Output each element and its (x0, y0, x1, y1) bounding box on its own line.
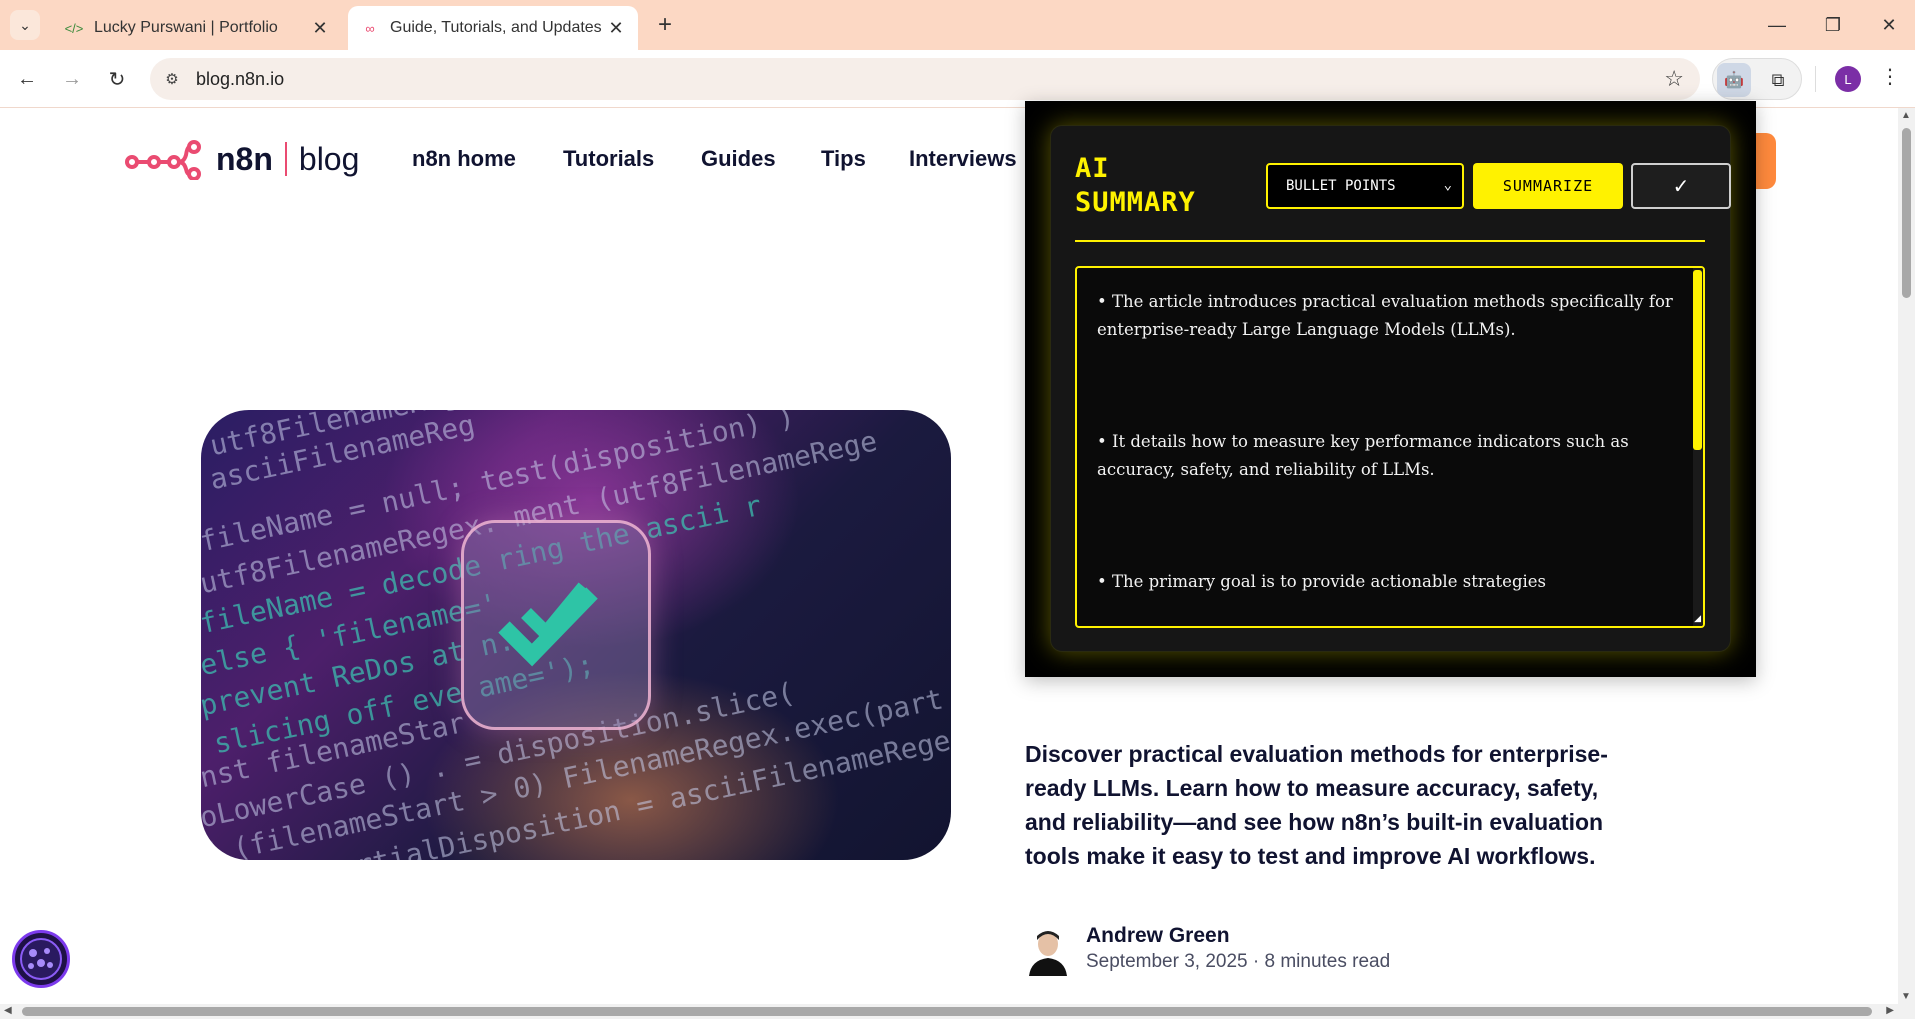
close-window-button[interactable]: ✕ (1874, 10, 1904, 40)
summary-bullet: • The article introduces practical evalu… (1097, 292, 1673, 339)
summarize-button[interactable]: SUMMARIZE (1473, 163, 1623, 209)
summary-mode-select[interactable]: BULLET POINTS ⌄ (1266, 163, 1464, 209)
author-name[interactable]: Andrew Green (1086, 924, 1230, 948)
confirm-button[interactable]: ✓ (1631, 163, 1731, 209)
restore-button[interactable]: ❐ (1818, 10, 1848, 40)
article-meta: September 3, 2025 · 8 minutes read (1086, 951, 1391, 972)
tab-search-button[interactable]: ⌄ (10, 10, 40, 40)
summary-mode-value: BULLET POINTS (1286, 178, 1396, 194)
scroll-up-icon[interactable]: ▲ (1901, 110, 1911, 121)
double-check-icon (498, 582, 598, 667)
chevron-down-icon: ⌄ (19, 16, 31, 33)
divider (1075, 240, 1705, 242)
ai-summary-popup: AI SUMMARY BULLET POINTS ⌄ SUMMARIZE ✓ •… (1025, 101, 1756, 677)
back-button[interactable]: ← (10, 62, 44, 96)
address-bar[interactable]: ⚙ blog.n8n.io ☆ (150, 58, 1700, 100)
n8n-icon: ∞ (365, 20, 375, 36)
new-tab-button[interactable]: + (650, 10, 680, 40)
logo-divider (284, 142, 287, 176)
toolbar-divider (1815, 66, 1816, 92)
scrollbar-corner (1898, 1004, 1915, 1019)
close-icon[interactable]: ✕ (606, 18, 626, 39)
tab-title: Guide, Tutorials, and Updates o (390, 19, 606, 36)
summary-bullet: • It details how to measure key performa… (1097, 432, 1629, 479)
nav-tips[interactable]: Tips (821, 146, 866, 172)
summary-bullet: • The primary goal is to provide actiona… (1097, 572, 1547, 591)
minimize-icon: — (1768, 14, 1786, 35)
nav-n8n-home[interactable]: n8n home (412, 146, 516, 172)
close-icon[interactable]: ✕ (310, 18, 330, 39)
summary-scrollbar[interactable] (1693, 268, 1703, 626)
horizontal-scrollbar-thumb[interactable] (22, 1007, 1872, 1016)
minimize-button[interactable]: — (1762, 10, 1792, 40)
summary-scrollbar-thumb[interactable] (1693, 270, 1702, 450)
restore-icon: ❐ (1824, 14, 1842, 35)
ai-summary-title: AI SUMMARY (1075, 153, 1196, 218)
extensions-area: 🤖 ⧉ (1712, 58, 1802, 100)
ai-summary-card: AI SUMMARY BULLET POINTS ⌄ SUMMARIZE ✓ •… (1050, 125, 1731, 652)
profile-avatar[interactable]: L (1835, 66, 1861, 92)
scroll-right-icon[interactable]: ▶ (1886, 1005, 1894, 1016)
resize-grip-icon[interactable]: ◢ (1694, 613, 1701, 624)
cookie-settings-button[interactable] (12, 930, 70, 988)
browser-toolbar: ← → ↻ ⚙ blog.n8n.io ☆ 🤖 ⧉ L ⋮ (0, 50, 1915, 108)
extensions-puzzle-icon[interactable]: ⧉ (1761, 63, 1795, 97)
scroll-down-icon[interactable]: ▼ (1901, 991, 1911, 1002)
nav-interviews[interactable]: Interviews (909, 146, 1017, 172)
url-text[interactable]: blog.n8n.io (196, 69, 284, 90)
cookie-icon (20, 938, 62, 980)
tab-title: Lucky Purswani | Portfolio (94, 19, 278, 36)
nav-guides[interactable]: Guides (701, 146, 776, 172)
nav-tutorials[interactable]: Tutorials (563, 146, 654, 172)
plus-icon: + (657, 11, 672, 38)
tab-portfolio[interactable]: </> Lucky Purswani | Portfolio ✕ (52, 6, 342, 50)
close-icon: ✕ (1881, 14, 1897, 35)
hero-image: utf8FilenameReg asciiFilenameReg fileNam… (201, 410, 951, 860)
tab-strip: ⌄ </> Lucky Purswani | Portfolio ✕ ∞ Gui… (0, 0, 1915, 50)
scroll-left-icon[interactable]: ◀ (4, 1005, 12, 1016)
forward-button[interactable]: → (55, 62, 89, 96)
horizontal-scrollbar[interactable]: ◀ ▶ (0, 1004, 1898, 1019)
reload-button[interactable]: ↻ (100, 62, 134, 96)
article-description: Discover practical evaluation methods fo… (1025, 741, 1608, 869)
logo-text: n8n (216, 140, 273, 177)
bookmark-star-icon[interactable]: ☆ (1664, 66, 1684, 92)
arrow-right-icon: → (62, 67, 82, 90)
n8n-logo-icon (125, 140, 201, 180)
author-avatar (1025, 926, 1071, 976)
checkmark-tile (461, 520, 651, 730)
tab-n8n-blog[interactable]: ∞ Guide, Tutorials, and Updates o ✕ (348, 6, 638, 50)
code-icon: </> (64, 20, 84, 36)
ai-summary-extension-icon[interactable]: 🤖 (1717, 63, 1751, 97)
logo-suffix: blog (298, 140, 360, 177)
vertical-scrollbar-thumb[interactable] (1902, 128, 1911, 298)
summary-output[interactable]: • The article introduces practical evalu… (1075, 266, 1705, 628)
vertical-scrollbar[interactable]: ▲ ▼ (1898, 108, 1915, 1004)
kebab-menu-icon[interactable]: ⋮ (1880, 64, 1900, 89)
arrow-left-icon: ← (17, 67, 37, 90)
reload-icon: ↻ (108, 68, 126, 91)
site-logo[interactable]: n8n blog (124, 138, 359, 180)
summary-text: • The article introduces practical evalu… (1097, 288, 1677, 626)
chevron-down-icon: ⌄ (1443, 177, 1452, 193)
site-info-icon[interactable]: ⚙ (160, 67, 184, 91)
